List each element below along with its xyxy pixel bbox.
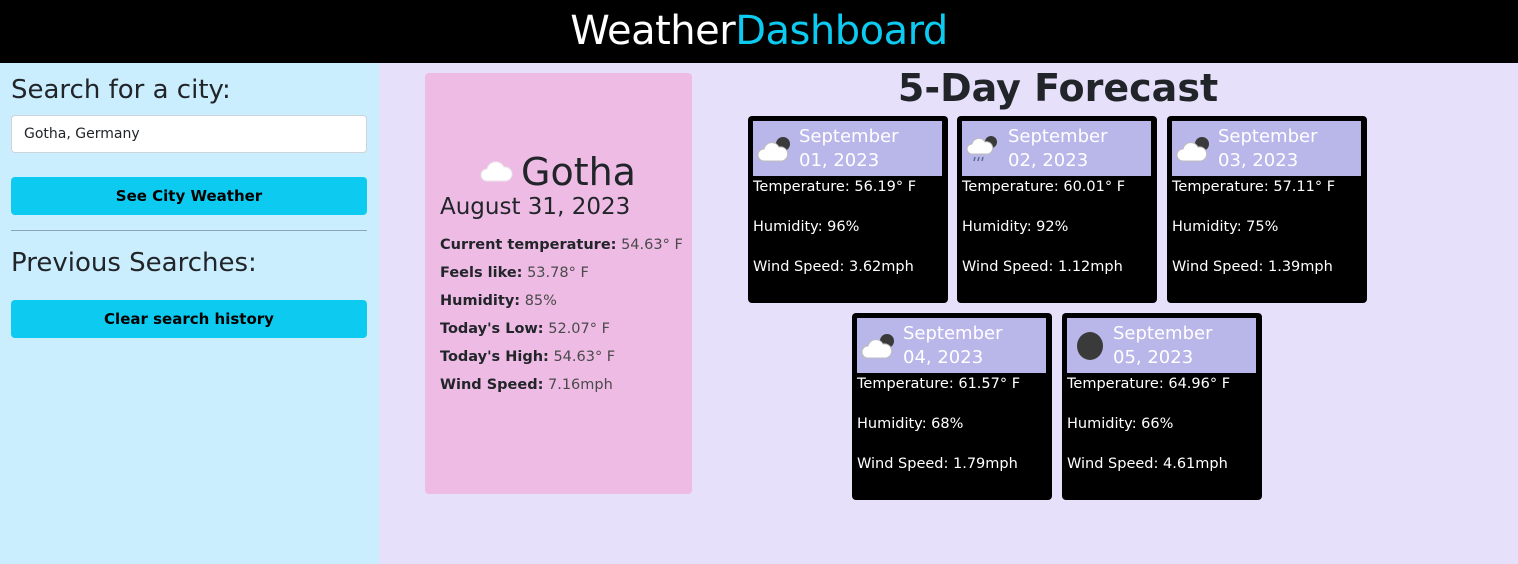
moon-icon [1067,318,1113,373]
forecast-day: 05, 2023 [1113,346,1194,368]
forecast-date: September 01, 2023 [799,125,899,173]
current-humidity-value: 85% [524,293,557,309]
forecast-card-header: September 01, 2023 [753,121,942,176]
cloud-icon [480,161,513,182]
clear-history-button[interactable]: Clear search history [11,300,367,338]
current-wind-value: 7.16mph [548,377,613,393]
forecast-date: September 05, 2023 [1113,322,1213,370]
current-humidity: Humidity: 85% [440,289,685,313]
top-header: WeatherDashboard [0,0,1518,63]
forecast-card-body: Temperature: 64.96° F Humidity: 66% Wind… [1067,375,1257,495]
forecast-card-header: September 02, 2023 [962,121,1151,176]
forecast-card-header: September 03, 2023 [1172,121,1361,176]
feels-like-label: Feels like: [440,265,523,281]
forecast-temperature: Temperature: 56.19° F [753,179,917,195]
feels-like: Feels like: 53.78° F [440,261,685,285]
partly-cloudy-night-icon [1172,121,1218,176]
partly-cloudy-night-icon [753,121,799,176]
forecast-month: September [799,125,899,147]
todays-low: Today's Low: 52.07° F [440,317,685,341]
partly-cloudy-night-icon [857,318,903,373]
current-temperature: Current temperature: 54.63° F [440,233,685,257]
search-heading: Search for a city: [11,75,231,105]
forecast-day: 02, 2023 [1008,149,1089,171]
forecast-wind: Wind Speed: 1.12mph [962,259,1123,275]
current-temperature-value: 54.63° F [621,237,683,253]
forecast-card-day-4: September 04, 2023 Temperature: 61.57° F … [852,313,1052,500]
forecast-wind: Wind Speed: 4.61mph [1067,456,1228,472]
forecast-temperature: Temperature: 64.96° F [1067,376,1231,392]
todays-high-label: Today's High: [440,349,549,365]
forecast-card-body: Temperature: 61.57° F Humidity: 68% Wind… [857,375,1047,495]
current-wind: Wind Speed: 7.16mph [440,373,685,397]
forecast-humidity: Humidity: 96% [753,219,860,235]
forecast-wind: Wind Speed: 1.39mph [1172,259,1333,275]
forecast-temperature: Temperature: 57.11° F [1172,179,1336,195]
current-temperature-label: Current temperature: [440,237,617,253]
forecast-day: 04, 2023 [903,346,984,368]
todays-low-label: Today's Low: [440,321,544,337]
forecast-card-day-3: September 03, 2023 Temperature: 57.11° F … [1167,116,1367,303]
forecast-temperature: Temperature: 61.57° F [857,376,1021,392]
forecast-humidity: Humidity: 92% [962,219,1069,235]
current-city-heading: Gotha [479,148,636,196]
forecast-card-body: Temperature: 57.11° F Humidity: 75% Wind… [1172,178,1362,298]
city-search-input[interactable] [11,115,367,153]
app-title-weather: Weather [570,8,736,54]
forecast-card-body: Temperature: 60.01° F Humidity: 92% Wind… [962,178,1152,298]
see-city-weather-button[interactable]: See City Weather [11,177,367,215]
current-weather-card: Gotha August 31, 2023 Current temperatur… [425,73,692,494]
forecast-day: 03, 2023 [1218,149,1299,171]
forecast-humidity: Humidity: 75% [1172,219,1279,235]
forecast-card-header: September 05, 2023 [1067,318,1256,373]
todays-high: Today's High: 54.63° F [440,345,685,369]
forecast-date: September 02, 2023 [1008,125,1108,173]
forecast-month: September [1218,125,1318,147]
todays-low-value: 52.07° F [548,321,610,337]
forecast-card-day-2: September 02, 2023 Temperature: 60.01° F … [957,116,1157,303]
forecast-card-body: Temperature: 56.19° F Humidity: 96% Wind… [753,178,943,298]
app-title: WeatherDashboard [0,0,1518,63]
forecast-month: September [903,322,1003,344]
current-city-name: Gotha [521,150,636,194]
forecast-temperature: Temperature: 60.01° F [962,179,1126,195]
forecast-humidity: Humidity: 66% [1067,416,1174,432]
search-sidebar: Search for a city: See City Weather Prev… [0,63,379,564]
forecast-date: September 03, 2023 [1218,125,1318,173]
sidebar-divider [11,230,367,231]
forecast-card-header: September 04, 2023 [857,318,1046,373]
todays-high-value: 54.63° F [553,349,616,365]
current-wind-label: Wind Speed: [440,377,544,393]
forecast-month: September [1113,322,1213,344]
feels-like-value: 53.78° F [527,265,589,281]
forecast-day: 01, 2023 [799,149,880,171]
forecast-wind: Wind Speed: 1.79mph [857,456,1018,472]
current-details: Current temperature: 54.63° F Feels like… [440,233,685,401]
forecast-wind: Wind Speed: 3.62mph [753,259,914,275]
current-humidity-label: Humidity: [440,293,521,309]
forecast-month: September [1008,125,1108,147]
forecast-humidity: Humidity: 68% [857,416,964,432]
forecast-title: 5-Day Forecast [897,66,1219,110]
forecast-date: September 04, 2023 [903,322,1003,370]
previous-searches-heading: Previous Searches: [11,248,257,278]
rain-night-icon [962,121,1008,176]
forecast-card-day-1: September 01, 2023 Temperature: 56.19° F … [748,116,948,303]
app-title-dashboard: Dashboard [735,8,948,54]
forecast-card-day-5: September 05, 2023 Temperature: 64.96° F … [1062,313,1262,500]
current-date: August 31, 2023 [440,194,631,220]
